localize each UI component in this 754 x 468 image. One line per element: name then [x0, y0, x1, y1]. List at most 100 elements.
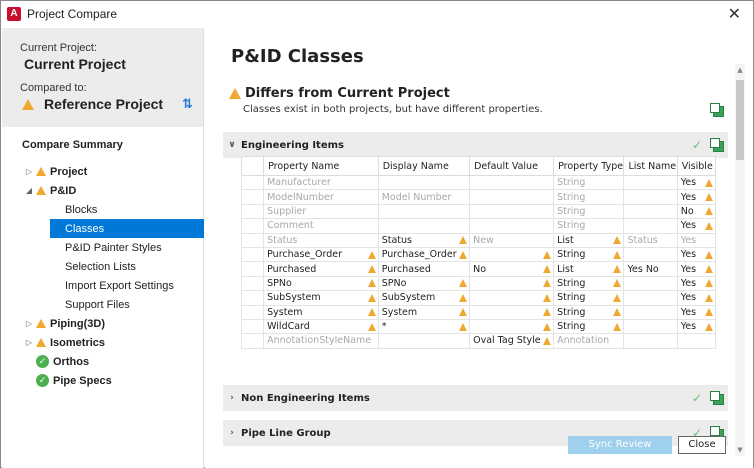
table-cell[interactable]: Yes — [676, 246, 717, 263]
collapse-arrow-icon[interactable]: ◢ — [24, 186, 34, 195]
table-row[interactable]: SPNo SPNo String Yes — [240, 275, 717, 292]
section-engineering-items[interactable]: ∨ Engineering Items ✓ — [223, 132, 728, 158]
tree-item-project[interactable]: ▷ Project — [2, 162, 203, 181]
table-row[interactable]: Purchase_Order Purchase_Order String Yes — [240, 246, 717, 263]
tree-item-pipe-specs[interactable]: ✓ Pipe Specs — [2, 371, 203, 390]
tree-item-pid[interactable]: ◢ P&ID — [2, 181, 203, 200]
table-cell[interactable] — [623, 290, 678, 306]
table-cell[interactable] — [469, 318, 555, 335]
table-cell[interactable] — [623, 304, 678, 320]
expand-chevron-icon[interactable]: › — [223, 393, 241, 403]
table-cell[interactable] — [469, 189, 555, 205]
table-cell[interactable]: Purchase_Order — [377, 246, 471, 263]
table-cell[interactable]: AnnotationStyleName — [263, 333, 379, 349]
table-cell[interactable] — [623, 189, 678, 205]
col-visible[interactable]: Visible — [676, 156, 717, 176]
table-cell[interactable]: Yes — [676, 275, 717, 292]
table-cell[interactable]: Comment — [263, 218, 379, 234]
table-cell[interactable]: Model Number — [377, 189, 471, 205]
table-cell[interactable]: WildCard — [263, 318, 379, 335]
row-header[interactable] — [240, 275, 265, 292]
expand-chevron-icon[interactable]: › — [223, 428, 241, 438]
table-cell[interactable] — [623, 333, 678, 349]
table-cell[interactable]: SubSystem — [377, 290, 471, 306]
table-cell[interactable]: Oval Tag Style — [469, 333, 555, 349]
table-cell[interactable] — [469, 275, 555, 292]
table-cell[interactable]: Yes — [676, 261, 717, 277]
table-cell[interactable]: Yes — [676, 218, 717, 234]
table-row[interactable]: Manufacturer String Yes — [240, 174, 717, 191]
table-cell[interactable]: String — [553, 203, 625, 220]
table-cell[interactable]: * — [377, 318, 471, 335]
table-cell[interactable] — [377, 333, 471, 349]
table-cell[interactable] — [623, 275, 678, 292]
swap-projects-icon[interactable]: ⇅ — [182, 97, 193, 112]
row-header[interactable] — [240, 218, 265, 234]
table-cell[interactable]: Yes — [676, 232, 717, 248]
table-cell[interactable]: String — [553, 275, 625, 292]
row-header[interactable] — [240, 290, 265, 306]
table-cell[interactable]: Yes — [676, 174, 717, 191]
table-cell[interactable] — [469, 290, 555, 306]
table-cell[interactable]: No — [676, 203, 717, 220]
table-cell[interactable]: String — [553, 290, 625, 306]
table-cell[interactable]: Yes — [676, 318, 717, 335]
copy-icon[interactable] — [710, 138, 724, 152]
table-cell[interactable]: Status — [263, 232, 379, 248]
table-cell[interactable] — [469, 218, 555, 234]
table-cell[interactable]: System — [263, 304, 379, 320]
table-cell[interactable]: ModelNumber — [263, 189, 379, 205]
scroll-up-icon[interactable]: ▲ — [735, 66, 745, 74]
close-icon[interactable]: ✕ — [728, 4, 741, 23]
collapse-chevron-icon[interactable]: ∨ — [223, 140, 241, 150]
vertical-scrollbar[interactable]: ▲ ▼ — [735, 64, 745, 456]
table-cell[interactable]: SubSystem — [263, 290, 379, 306]
scroll-down-icon[interactable]: ▼ — [735, 446, 745, 454]
table-cell[interactable]: Purchased — [377, 261, 471, 277]
table-cell[interactable]: String — [553, 304, 625, 320]
table-cell[interactable]: List — [553, 261, 625, 277]
table-cell[interactable]: System — [377, 304, 471, 320]
table-cell[interactable] — [469, 203, 555, 220]
sync-review-button[interactable]: Sync Review — [568, 436, 672, 454]
col-display-name[interactable]: Display Name — [377, 156, 471, 176]
tree-item-piping[interactable]: ▷ Piping(3D) — [2, 314, 203, 333]
tree-item-import-export[interactable]: Import Export Settings — [2, 276, 203, 295]
scroll-thumb[interactable] — [736, 80, 744, 160]
table-cell[interactable]: Yes — [676, 304, 717, 320]
row-header[interactable] — [240, 333, 265, 349]
table-cell[interactable]: String — [553, 174, 625, 191]
table-cell[interactable] — [377, 218, 471, 234]
row-header[interactable] — [240, 174, 265, 191]
table-cell[interactable]: Annotation — [553, 333, 625, 349]
tree-item-painter-styles[interactable]: P&ID Painter Styles — [2, 238, 203, 257]
table-row[interactable]: ModelNumber Model Number String Yes — [240, 189, 717, 205]
col-default-value[interactable]: Default Value — [469, 156, 555, 176]
row-header[interactable] — [240, 304, 265, 320]
table-cell[interactable]: String — [553, 189, 625, 205]
table-cell[interactable]: Status — [623, 232, 678, 248]
table-cell[interactable]: Yes — [676, 290, 717, 306]
table-row[interactable]: Supplier String No — [240, 203, 717, 220]
table-row[interactable]: Comment String Yes — [240, 218, 717, 234]
table-cell[interactable] — [469, 246, 555, 263]
table-row[interactable]: AnnotationStyleName Oval Tag Style Annotat… — [240, 333, 717, 349]
table-row[interactable]: WildCard * String Yes — [240, 318, 717, 335]
table-cell[interactable]: SPNo — [377, 275, 471, 292]
table-cell[interactable] — [623, 174, 678, 191]
table-cell[interactable]: Yes No — [623, 261, 678, 277]
col-list-name[interactable]: List Name — [623, 156, 678, 176]
col-property-type[interactable]: Property Type — [553, 156, 625, 176]
section-non-engineering-items[interactable]: › Non Engineering Items ✓ — [223, 385, 728, 411]
row-header[interactable] — [240, 246, 265, 263]
table-cell[interactable]: String — [553, 318, 625, 335]
expand-arrow-icon[interactable]: ▷ — [24, 167, 34, 176]
table-cell[interactable] — [469, 174, 555, 191]
table-cell[interactable]: Yes — [676, 189, 717, 205]
table-cell[interactable]: SPNo — [263, 275, 379, 292]
tree-item-orthos[interactable]: ✓ Orthos — [2, 352, 203, 371]
table-cell[interactable]: Manufacturer — [263, 174, 379, 191]
table-cell[interactable]: String — [553, 246, 625, 263]
row-header[interactable] — [240, 189, 265, 205]
table-cell[interactable]: No — [469, 261, 555, 277]
